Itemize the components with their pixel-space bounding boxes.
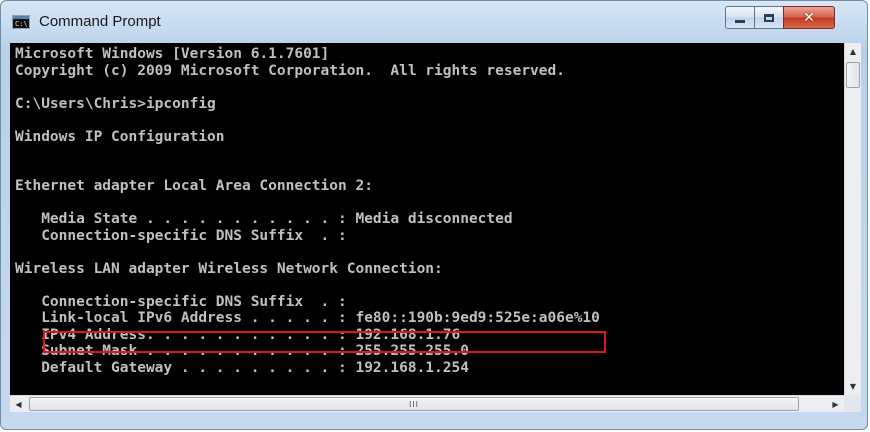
console-line: Link-local IPv6 Address . . . . . : fe80… — [15, 310, 600, 326]
console-text: Microsoft Windows [Version 6.1.7601] Copy… — [15, 46, 600, 376]
minimize-button[interactable] — [725, 6, 755, 29]
minimize-icon — [735, 20, 745, 23]
console-line: Default Gateway . . . . . . . . . : 192.… — [15, 359, 469, 376]
console-line: Copyright (c) 2009 Microsoft Corporation… — [15, 62, 565, 79]
console-line: Media State . . . . . . . . . . . : Medi… — [15, 211, 513, 227]
console-icon[interactable]: C:\ — [12, 15, 30, 29]
vertical-scroll-thumb[interactable] — [846, 62, 860, 88]
console-line: Microsoft Windows [Version 6.1.7601] — [15, 46, 330, 62]
scroll-left-icon[interactable]: ◀ — [10, 396, 27, 412]
horizontal-scroll-thumb[interactable]: III — [29, 397, 799, 411]
command-prompt-window: C:\ Command Prompt ✕ Microsoft Windows [… — [0, 0, 868, 430]
title-bar[interactable]: C:\ Command Prompt ✕ — [1, 1, 869, 43]
scroll-down-icon[interactable]: ▼ — [845, 378, 861, 395]
scroll-up-icon[interactable]: ▲ — [845, 43, 861, 60]
resize-corner[interactable] — [844, 395, 861, 412]
console-line: Connection-specific DNS Suffix . : — [15, 227, 347, 244]
close-icon: ✕ — [803, 9, 815, 26]
close-button[interactable]: ✕ — [783, 6, 835, 29]
console-icon-glyph: C:\ — [15, 20, 28, 28]
console-line: Connection-specific DNS Suffix . : — [15, 293, 347, 310]
ipv4-highlight-box — [43, 331, 606, 353]
console-line: Ethernet adapter Local Area Connection 2… — [15, 178, 373, 194]
vertical-scrollbar[interactable]: ▲ ▼ — [844, 43, 861, 395]
console-line: Wireless LAN adapter Wireless Network Co… — [15, 260, 443, 277]
window-title: Command Prompt — [39, 13, 161, 30]
console-line: C:\Users\Chris>ipconfig — [15, 95, 216, 112]
maximize-icon — [764, 13, 774, 22]
console-output[interactable]: Microsoft Windows [Version 6.1.7601] Copy… — [10, 43, 844, 395]
console-line: Windows IP Configuration — [15, 128, 225, 145]
maximize-button[interactable] — [754, 6, 784, 29]
horizontal-scrollbar[interactable]: ◀ III ▶ — [10, 395, 844, 412]
grip-icon: III — [408, 399, 420, 409]
scroll-right-icon[interactable]: ▶ — [827, 396, 844, 412]
